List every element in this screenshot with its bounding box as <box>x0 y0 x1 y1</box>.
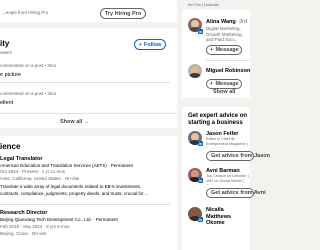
hiring-card: ...eople from Hiring Pro Try Hiring Pro <box>0 0 177 22</box>
job-description-line-2: contracts, compliance, judgments, proper… <box>0 191 149 196</box>
message-button[interactable]: ✈ Message <box>206 79 242 89</box>
connection-degree: · 3rd <box>235 19 248 25</box>
post-text[interactable]: e picture <box>0 72 21 79</box>
job-dates: Oct 2024 - Present · 1 yr 11 mos <box>0 169 65 174</box>
linkedin-badge-icon: in <box>198 178 203 183</box>
hiring-text: ...eople from Hiring Pro <box>2 10 49 15</box>
linkedin-badge-icon: in <box>198 217 203 222</box>
try-hiring-pro-button[interactable]: Try Hiring Pro <box>100 8 146 19</box>
advice-title: Get expert advice on starting a business <box>188 113 248 126</box>
job-title: Research Director <box>0 210 48 216</box>
person-name[interactable]: Alina Wang· 3rd <box>206 19 247 26</box>
divider <box>206 60 250 61</box>
activity-title: ity <box>0 39 10 48</box>
get-advice-button[interactable]: Get advice from Jason <box>206 151 270 161</box>
activity-card: ity owers + Follow commented on a post •… <box>0 28 177 128</box>
get-advice-button[interactable]: Get advice from Avni <box>206 188 266 198</box>
linkedin-badge-icon: in <box>198 29 203 34</box>
plus-icon: + <box>138 41 142 48</box>
experience-title: ience <box>0 142 21 151</box>
activity-show-all-link[interactable]: Show all → <box>60 119 89 126</box>
experience-card: ience Legal Translator American Educatio… <box>0 136 177 250</box>
job-description: Translate a wide array of legal document… <box>0 184 142 189</box>
divider <box>0 204 170 205</box>
divider <box>0 113 177 114</box>
person-headline: Digital Marketing, Growth Marketing, and… <box>206 26 243 42</box>
follow-button-label: Follow <box>143 41 162 48</box>
message-button-label: Message <box>215 81 239 87</box>
send-icon: ✈ <box>209 81 214 87</box>
top-label: 9m Tex | LinkedIn <box>188 2 220 7</box>
people-show-all-link[interactable]: Show all <box>213 89 235 96</box>
message-button[interactable]: ✈ Message <box>206 45 242 55</box>
person-name-text: Alina Wang <box>206 19 236 25</box>
job-location: Beijing, China · On-site <box>0 231 47 236</box>
avatar[interactable] <box>188 64 202 78</box>
job-location: rvine, California, United States · On-si… <box>0 176 80 181</box>
expert-name[interactable]: Nicaila Matthews Okome <box>206 207 250 227</box>
people-card: in Alina Wang· 3rd Digital Marketing, Gr… <box>182 10 250 98</box>
expert-headline: Editor in Chief @ Entrepreneur Magazine … <box>206 137 248 148</box>
job-company: American Education and Translation Servi… <box>0 163 133 168</box>
linkedin-badge-icon: in <box>198 141 203 146</box>
job-title: Legal Translator <box>0 156 43 162</box>
message-button-label: Message <box>215 47 239 53</box>
expert-headline: Top Creator on LinkedIn | 1M+ on Social … <box>206 174 249 185</box>
divider <box>0 82 170 83</box>
job-company: Beijing Qianxiang Tech Development Co., … <box>0 217 118 222</box>
send-icon: ✈ <box>209 47 214 53</box>
post-text[interactable]: ellent <box>0 100 13 107</box>
follow-button[interactable]: + Follow <box>134 39 166 50</box>
followers-count: owers <box>0 50 13 55</box>
post-meta: commented on a post • 3mo <box>0 63 57 68</box>
post-meta: commented on a post • 3mo <box>0 91 57 96</box>
advice-card: Get expert advice on starting a business… <box>182 107 270 250</box>
job-dates: Feb 2018 - Sep 2024 · 6 yrs 8 mos <box>0 224 70 229</box>
person-name[interactable]: Miguel Robinson <box>206 68 250 75</box>
